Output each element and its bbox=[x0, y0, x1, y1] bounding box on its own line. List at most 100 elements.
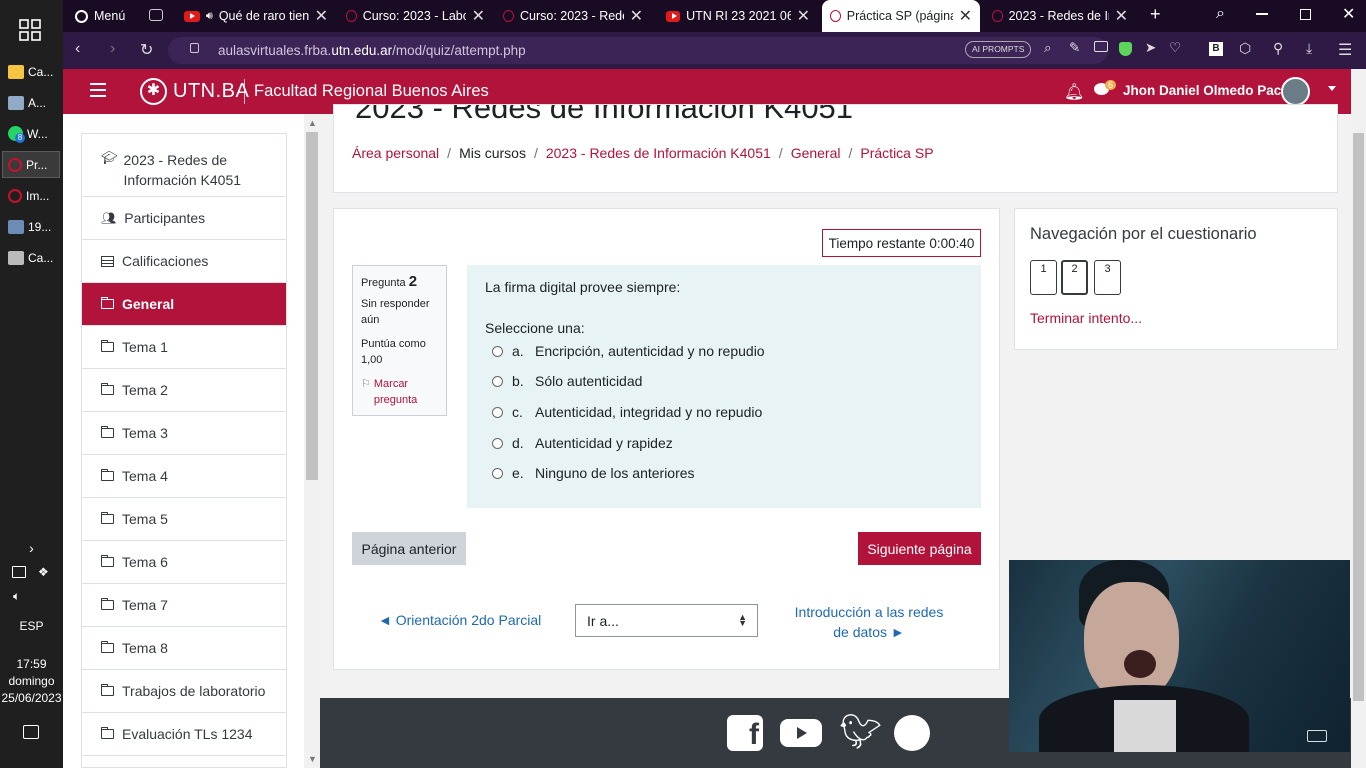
previous-activity-link[interactable]: ◄ Orientación 2do Parcial bbox=[378, 612, 541, 628]
globe-icon[interactable] bbox=[894, 715, 930, 751]
restore-icon[interactable] bbox=[1300, 9, 1311, 20]
tab-practica-sp[interactable]: Práctica SP (página 2 ✕ bbox=[822, 0, 980, 32]
new-tab-icon[interactable]: + bbox=[1150, 4, 1161, 25]
hamburger-menu-icon[interactable] bbox=[90, 83, 106, 85]
taskbar-item-whatsapp[interactable]: 8 W... bbox=[2, 120, 60, 147]
sidebar-item-tema-4[interactable]: Tema 4 bbox=[82, 455, 286, 498]
download-icon[interactable]: ⤓ bbox=[1306, 40, 1312, 57]
gamepad-icon[interactable] bbox=[149, 9, 163, 21]
close-tab-icon[interactable]: ✕ bbox=[472, 6, 485, 26]
tab-youtube-song[interactable]: 🔊︎ Qué de raro tien ✕ bbox=[176, 0, 336, 32]
flag-question-link[interactable]: ⚐ Marcar pregunta bbox=[361, 376, 438, 408]
zoom-icon[interactable]: ⌕ bbox=[1044, 40, 1052, 56]
twitter-icon[interactable]: 🐦︎ bbox=[839, 712, 882, 752]
sidebar-item-calificaciones[interactable]: Calificaciones bbox=[82, 240, 286, 283]
radio-button[interactable] bbox=[492, 467, 503, 479]
bell-icon[interactable]: 🔔︎ bbox=[1064, 82, 1084, 102]
search-tabs-icon[interactable]: ⌕ bbox=[1216, 5, 1225, 23]
send-icon[interactable]: ➤ bbox=[1145, 40, 1156, 56]
extension-b-icon[interactable]: B bbox=[1209, 42, 1223, 56]
notifications-icon[interactable] bbox=[23, 725, 39, 739]
chevron-down-icon[interactable] bbox=[1328, 86, 1336, 91]
quiz-nav-button-2[interactable]: 2 bbox=[1061, 260, 1088, 295]
drawer-scrollbar[interactable]: ▲ ▼ bbox=[304, 114, 320, 768]
answer-option-e[interactable]: e. Ninguno de los anteriores bbox=[492, 465, 695, 481]
scrollbar-thumb[interactable] bbox=[306, 132, 318, 480]
picture-in-picture-video[interactable] bbox=[1009, 560, 1350, 752]
radio-button[interactable] bbox=[492, 375, 503, 387]
facebook-icon[interactable]: f bbox=[727, 715, 763, 751]
opera-menu-button[interactable]: Menú bbox=[67, 0, 137, 32]
scroll-down-icon[interactable]: ▼ bbox=[308, 754, 317, 764]
clock-time[interactable]: 17:59 bbox=[0, 657, 63, 671]
edit-icon[interactable]: ✎ bbox=[1069, 40, 1080, 56]
sidebar-item-tema-3[interactable]: Tema 3 bbox=[82, 412, 286, 455]
tab-curso-redes[interactable]: Curso: 2023 - Redes ✕ bbox=[495, 0, 651, 32]
forward-icon[interactable]: › bbox=[110, 40, 115, 58]
page-scrollbar-thumb[interactable] bbox=[1353, 133, 1364, 701]
user-icon[interactable]: ⚲ bbox=[1273, 40, 1283, 57]
taskbar-item-photos[interactable]: Ca... bbox=[2, 244, 60, 271]
sidebar-item-evaluacion-tls[interactable]: Evaluación TLs 1234 bbox=[82, 713, 286, 756]
answer-option-c[interactable]: c. Autenticidad, integridad y no repudio bbox=[492, 404, 762, 420]
sidebar-item-general[interactable]: General bbox=[82, 283, 286, 326]
sidebar-item-tema-5[interactable]: Tema 5 bbox=[82, 498, 286, 541]
quiz-nav-button-1[interactable]: 1 bbox=[1030, 260, 1057, 295]
sidebar-item-tema-6[interactable]: Tema 6 bbox=[82, 541, 286, 584]
sidebar-item-tema-2[interactable]: Tema 2 bbox=[82, 369, 286, 412]
tab-youtube-utn[interactable]: UTN RI 23 2021 06 1 ✕ bbox=[658, 0, 818, 32]
breadcrumb-general[interactable]: General bbox=[791, 145, 841, 161]
youtube-icon[interactable] bbox=[780, 719, 822, 747]
network-icon[interactable] bbox=[12, 566, 26, 578]
taskbar-item-opera-2[interactable]: Im... bbox=[2, 182, 60, 209]
breadcrumb-course[interactable]: 2023 - Redes de Información K4051 bbox=[546, 145, 771, 161]
close-tab-icon[interactable]: ✕ bbox=[959, 6, 972, 26]
sidebar-item-participantes[interactable]: 👥︎ Participantes bbox=[82, 197, 286, 240]
quiz-nav-button-3[interactable]: 3 bbox=[1094, 260, 1121, 295]
sidebar-item-tema-7[interactable]: Tema 7 bbox=[82, 584, 286, 627]
ai-prompts-button[interactable]: AI PROMPTS bbox=[965, 41, 1032, 58]
answer-option-d[interactable]: d. Autenticidad y rapidez bbox=[492, 435, 673, 451]
exit-pip-icon[interactable] bbox=[1307, 730, 1327, 742]
close-tab-icon[interactable]: ✕ bbox=[315, 6, 328, 26]
back-icon[interactable]: ‹ bbox=[75, 40, 80, 58]
radio-button[interactable] bbox=[492, 406, 503, 418]
next-activity-link[interactable]: Introducción a las redes de datos ► bbox=[784, 602, 954, 642]
close-tab-icon[interactable]: ✕ bbox=[797, 6, 810, 26]
taskbar-item-app[interactable]: A... bbox=[2, 89, 60, 116]
sidebar-item-tema-8[interactable]: Tema 8 bbox=[82, 627, 286, 670]
scroll-up-icon[interactable]: ▲ bbox=[308, 118, 317, 128]
breadcrumb-practica-sp[interactable]: Práctica SP bbox=[860, 145, 933, 161]
close-tab-icon[interactable]: ✕ bbox=[630, 6, 643, 26]
next-page-button[interactable]: Siguiente página bbox=[858, 532, 981, 565]
sidebar-item-tema-1[interactable]: Tema 1 bbox=[82, 326, 286, 369]
finish-attempt-link[interactable]: Terminar intento... bbox=[1030, 310, 1142, 326]
close-tab-icon[interactable]: ✕ bbox=[1115, 6, 1128, 26]
radio-button[interactable] bbox=[492, 345, 503, 357]
breadcrumb-area-personal[interactable]: Área personal bbox=[352, 145, 439, 161]
dropbox-icon[interactable]: ❖ bbox=[38, 565, 49, 579]
sidebar-item-trabajos-laboratorio[interactable]: Trabajos de laboratorio bbox=[82, 670, 286, 713]
course-home-link[interactable]: 🎓︎ 2023 - Redes de Información K4051 bbox=[101, 150, 281, 190]
tab-curso-laboratorio[interactable]: Curso: 2023 - Labora ✕ bbox=[338, 0, 493, 32]
close-window-icon[interactable]: ✕ bbox=[1342, 4, 1355, 24]
settings-icon[interactable]: ☰ bbox=[1338, 40, 1352, 60]
reload-icon[interactable]: ↻ bbox=[140, 40, 153, 60]
cube-icon[interactable]: ⬡ bbox=[1239, 40, 1251, 57]
language-indicator[interactable]: ESP bbox=[0, 619, 63, 633]
answer-option-b[interactable]: b. Sólo autenticidad bbox=[492, 373, 642, 389]
tab-redes-info[interactable]: 2023 - Redes de Info ✕ bbox=[984, 0, 1136, 32]
jump-to-select[interactable]: Ir a... ▲ ▼ bbox=[575, 604, 758, 637]
user-name[interactable]: Jhon Daniel Olmedo Paco bbox=[1123, 83, 1290, 98]
utn-logo-text[interactable]: UTN.BA bbox=[173, 80, 249, 103]
site-title[interactable]: Facultad Regional Buenos Aires bbox=[254, 82, 489, 101]
radio-button[interactable] bbox=[492, 437, 503, 449]
address-bar[interactable]: aulasvirtuales.frba. utn.edu.ar/mod/quiz/… bbox=[168, 37, 1181, 64]
taskbar-item-app-2[interactable]: 19... bbox=[2, 213, 60, 240]
shield-icon[interactable] bbox=[1119, 42, 1132, 56]
volume-icon[interactable]: 🔈︎ bbox=[13, 589, 20, 604]
taskbar-item-folder[interactable]: Ca... bbox=[2, 58, 60, 85]
chevron-right-icon[interactable]: › bbox=[0, 540, 63, 556]
camera-icon[interactable] bbox=[1094, 41, 1108, 52]
taskbar-item-opera-1[interactable]: Pr... bbox=[2, 151, 60, 178]
